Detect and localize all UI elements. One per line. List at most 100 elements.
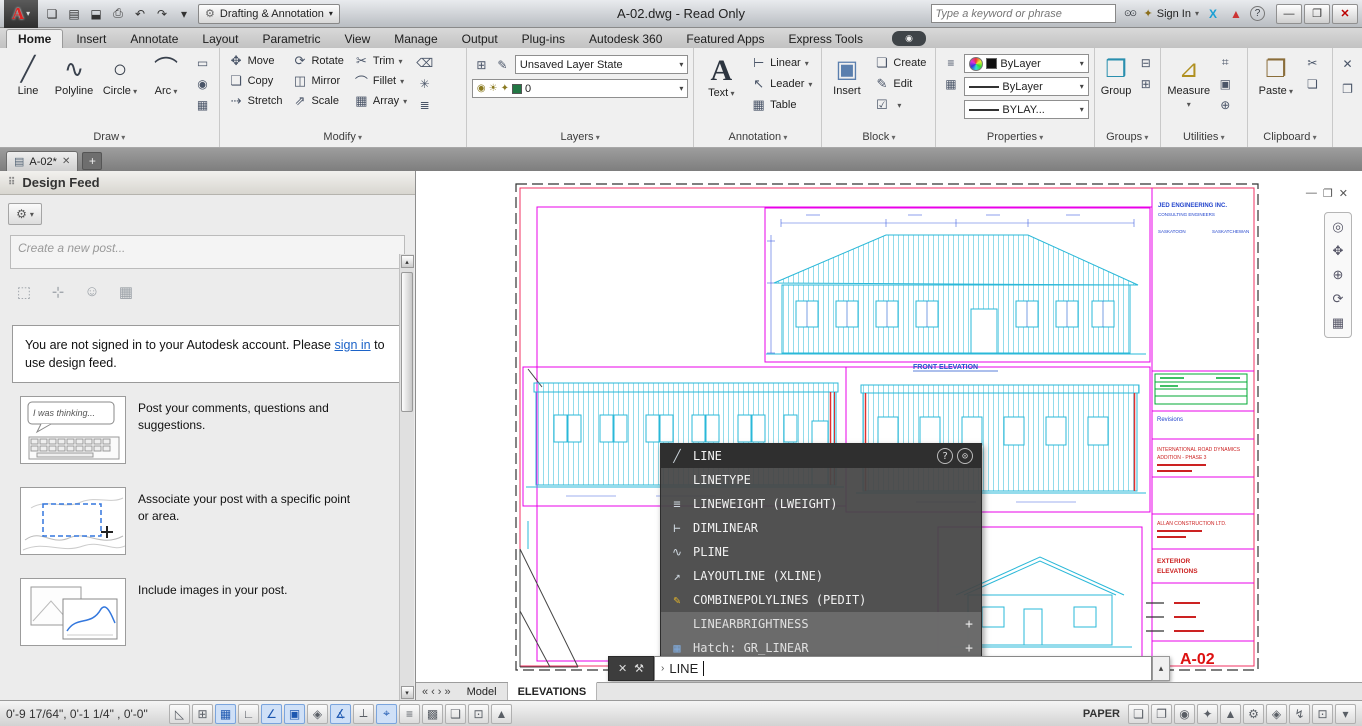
select-area-icon[interactable]: ⬚ [14, 283, 34, 301]
quick-calc-button[interactable]: ⌗ [1216, 53, 1235, 72]
quick-properties-toggle[interactable]: ❑ [445, 704, 466, 724]
snap-mode-toggle[interactable]: ⊞ [192, 704, 213, 724]
new-file-button[interactable]: ❏ [42, 4, 62, 24]
scroll-up-icon[interactable]: ▴ [401, 255, 414, 268]
move-button[interactable]: ✥ Move [225, 51, 287, 71]
attach-image-icon[interactable]: ▦ [116, 283, 136, 301]
annotation-scale-button[interactable]: ▲ [1220, 704, 1241, 724]
explode-button[interactable]: ✳ [415, 74, 434, 93]
suggestion-lineweight[interactable]: ≡ LINEWEIGHT (LWEIGHT) [661, 492, 981, 516]
infer-constraints-toggle[interactable]: ◺ [169, 704, 190, 724]
showmotion-button[interactable]: ▦ [1327, 312, 1349, 334]
tab-insert[interactable]: Insert [65, 30, 117, 48]
tab-home[interactable]: Home [6, 29, 63, 48]
mirror-button[interactable]: ◫ Mirror [288, 71, 347, 91]
new-drawing-tab-button[interactable]: + [82, 152, 102, 170]
workspace-switching-button[interactable]: ⚙ [1243, 704, 1264, 724]
rotate-button[interactable]: ⟳ Rotate [288, 51, 347, 71]
group-button[interactable]: ❒ Group [1100, 51, 1133, 130]
help-button[interactable]: ? [1250, 6, 1265, 21]
suggestion-extras[interactable] [965, 641, 973, 656]
last-layout-icon[interactable]: » [444, 686, 450, 698]
model-tab[interactable]: Model [457, 683, 508, 700]
copy-clip-button[interactable]: ❏ [1303, 74, 1322, 93]
tab-parametric[interactable]: Parametric [251, 30, 331, 48]
next-layout-icon[interactable]: › [438, 686, 442, 698]
coordinates-readout[interactable]: 0'-9 17/64", 0'-1 1/4" , 0'-0" [6, 707, 166, 721]
rectangle-tool-button[interactable]: ▭ [193, 53, 212, 72]
suggestion-line[interactable]: ╱ LINE [661, 444, 981, 468]
command-input[interactable]: › LINE [654, 656, 1152, 681]
open-file-button[interactable]: ▤ [64, 4, 84, 24]
polar-tracking-toggle[interactable]: ∠ [261, 704, 282, 724]
scale-button[interactable]: ⇗ Scale [288, 91, 347, 111]
region-tool-button[interactable]: ◉ [193, 74, 212, 93]
drawing-canvas[interactable]: FRONT ELEVATION [416, 171, 1362, 682]
navigation-wheel-button[interactable]: ◎ [1327, 216, 1349, 238]
print-button[interactable]: ⎙ [108, 4, 128, 24]
tab-view[interactable]: View [333, 30, 381, 48]
line-button[interactable]: ╱ Line [5, 51, 51, 130]
quick-view-layouts-button[interactable]: ❏ [1128, 704, 1149, 724]
panel-label-groups[interactable]: Groups [1095, 131, 1160, 146]
suggestion-layoutline[interactable]: ↗ LAYOUTLINE (XLINE) [661, 564, 981, 588]
scroll-down-icon[interactable]: ▾ [401, 686, 414, 699]
exchange-apps-icon[interactable]: X [1204, 5, 1222, 23]
annotation-monitor-toggle[interactable]: ▲ [491, 704, 512, 724]
fillet-button[interactable]: ⌒ Fillet [350, 71, 411, 91]
create-post-input[interactable]: Create a new post... [10, 235, 405, 269]
object-snap-toggle[interactable]: ▣ [284, 704, 305, 724]
match-properties-button[interactable]: ≡ [941, 53, 960, 72]
group-edit-button[interactable]: ⊞ [1136, 74, 1155, 93]
pin-location-icon[interactable]: ⊹ [48, 283, 68, 301]
minimize-button[interactable]: — [1276, 4, 1302, 24]
a360-icon[interactable]: ▲ [1227, 5, 1245, 23]
arc-button[interactable]: ⌒ Arc [143, 51, 189, 130]
paper-model-toggle[interactable]: PAPER [1078, 708, 1125, 720]
grid-display-toggle[interactable]: ▦ [215, 704, 236, 724]
linetype-dropdown[interactable]: BYLAY... ▾ [964, 100, 1088, 119]
suggestion-combinepolylines[interactable]: ✎ COMBINEPOLYLINES (PEDIT) [661, 588, 981, 612]
lineweight-toggle[interactable]: ≡ [399, 704, 420, 724]
first-layout-icon[interactable]: « [422, 686, 428, 698]
sign-in-link[interactable]: sign in [334, 338, 370, 352]
elevations-layout-tab[interactable]: ELEVATIONS [508, 682, 598, 700]
ungroup-button[interactable]: ⊟ [1136, 53, 1155, 72]
cut-clip-button[interactable]: ✂ [1303, 53, 1322, 72]
object-snap-tracking-toggle[interactable]: ∡ [330, 704, 351, 724]
circle-button[interactable]: ○ Circle [97, 51, 143, 130]
linear-dimension-button[interactable]: ⊢ Linear [747, 53, 816, 73]
leader-button[interactable]: ↖ Leader [747, 74, 816, 94]
ribbon-close-button[interactable]: ✕ [1338, 54, 1357, 73]
design-feed-header[interactable]: ⠿ Design Feed [0, 171, 415, 195]
feed-settings-button[interactable]: ⚙ ▾ [8, 203, 42, 225]
toolbar-lock-button[interactable]: ◈ [1266, 704, 1287, 724]
panel-label-clipboard[interactable]: Clipboard [1248, 131, 1332, 146]
feed-scrollbar[interactable]: ▴ ▾ [399, 254, 414, 700]
clean-screen-button[interactable]: ⊡ [1312, 704, 1333, 724]
tag-person-icon[interactable]: ☺ [82, 283, 102, 301]
block-attributes-button[interactable]: ☑ [870, 95, 930, 115]
dynamic-input-toggle[interactable]: ⌖ [376, 704, 397, 724]
copy-button[interactable]: ❏ Copy [225, 71, 287, 91]
suggestion-extras[interactable] [937, 448, 973, 464]
tab-autodesk-360[interactable]: Autodesk 360 [578, 30, 673, 48]
undo-button[interactable]: ↶ [130, 4, 150, 24]
dynamic-ucs-toggle[interactable]: ⟂ [353, 704, 374, 724]
suggestion-dimlinear[interactable]: ⊢ DIMLINEAR [661, 516, 981, 540]
panel-label-utilities[interactable]: Utilities [1161, 131, 1247, 146]
panel-label-layers[interactable]: Layers [467, 131, 694, 146]
tab-plugins[interactable]: Plug-ins [511, 30, 576, 48]
drawing-minimize-button[interactable]: — [1306, 187, 1317, 200]
polyline-button[interactable]: ∿ Polyline [51, 51, 97, 130]
text-button[interactable]: A Text [699, 51, 743, 130]
close-button[interactable]: ✕ [1332, 4, 1358, 24]
suggestion-extras[interactable] [965, 617, 973, 632]
layer-dropdown[interactable]: ◉☀✦ 0 ▾ [472, 79, 689, 98]
tab-layout[interactable]: Layout [191, 30, 249, 48]
hardware-acceleration-button[interactable]: ↯ [1289, 704, 1310, 724]
insert-block-button[interactable]: ▣ Insert [827, 51, 866, 130]
search-icon[interactable]: ⊙⊙ [1121, 5, 1139, 23]
properties-list-button[interactable]: ▦ [941, 74, 960, 93]
trim-button[interactable]: ✂ Trim [350, 51, 411, 71]
